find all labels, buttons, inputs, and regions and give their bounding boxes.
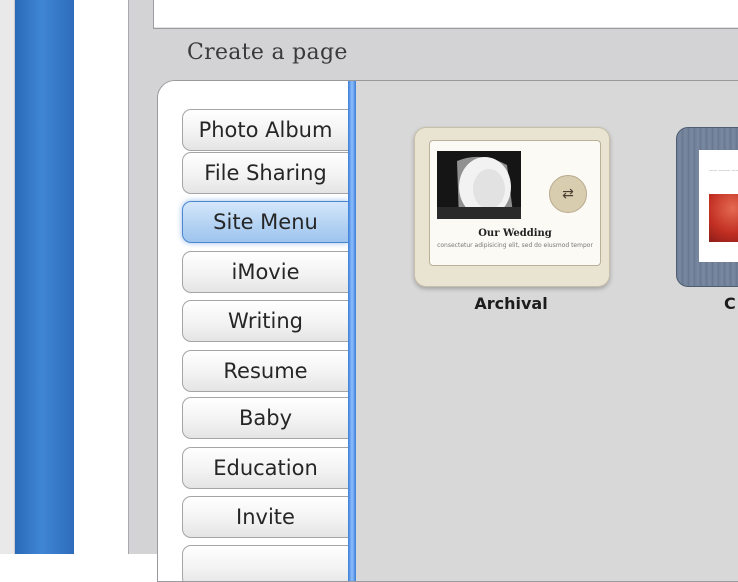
arrow-icon: ⇄ bbox=[549, 175, 587, 213]
template-chooser-panel: Photo Album File Sharing Site Menu iMovi… bbox=[157, 80, 738, 582]
next-preview-photo bbox=[709, 194, 738, 242]
category-baby[interactable]: Baby bbox=[182, 397, 348, 439]
template-next-thumbnail[interactable]: —— ——— —— bbox=[676, 127, 738, 287]
create-page-dialog: Create a page Photo Album File Sharing S… bbox=[128, 0, 738, 582]
template-preview-card: ⇄ Our Wedding consectetur adipisicing el… bbox=[429, 140, 601, 266]
category-list: Photo Album File Sharing Site Menu iMovi… bbox=[158, 81, 348, 581]
next-preview-page: —— ——— —— bbox=[699, 150, 738, 262]
desktop-edge bbox=[0, 0, 15, 554]
category-site-menu[interactable]: Site Menu bbox=[182, 201, 348, 243]
next-preview-text: —— ——— —— bbox=[709, 168, 738, 173]
category-writing[interactable]: Writing bbox=[182, 300, 348, 342]
top-content-field bbox=[153, 0, 738, 29]
category-imovie[interactable]: iMovie bbox=[182, 251, 348, 293]
category-separator bbox=[348, 81, 356, 581]
wedding-photo bbox=[437, 151, 521, 219]
sidebar-whitespace bbox=[74, 0, 128, 554]
card-subtitle: consectetur adipisicing elit, sed do eiu… bbox=[437, 242, 593, 249]
template-archival-thumbnail[interactable]: ⇄ Our Wedding consectetur adipisicing el… bbox=[414, 127, 610, 287]
category-file-sharing[interactable]: File Sharing bbox=[182, 152, 348, 194]
category-invite[interactable]: Invite bbox=[182, 496, 348, 538]
category-more[interactable] bbox=[182, 545, 348, 581]
template-grid: ⇄ Our Wedding consectetur adipisicing el… bbox=[356, 81, 738, 581]
template-next-label: C bbox=[724, 294, 736, 313]
section-title: Create a page bbox=[187, 40, 348, 65]
category-education[interactable]: Education bbox=[182, 447, 348, 489]
card-title: Our Wedding bbox=[478, 228, 552, 239]
category-resume[interactable]: Resume bbox=[182, 350, 348, 392]
template-archival-label: Archival bbox=[474, 294, 548, 313]
sidebar-background bbox=[15, 0, 74, 554]
category-photo-album[interactable]: Photo Album bbox=[182, 109, 348, 151]
